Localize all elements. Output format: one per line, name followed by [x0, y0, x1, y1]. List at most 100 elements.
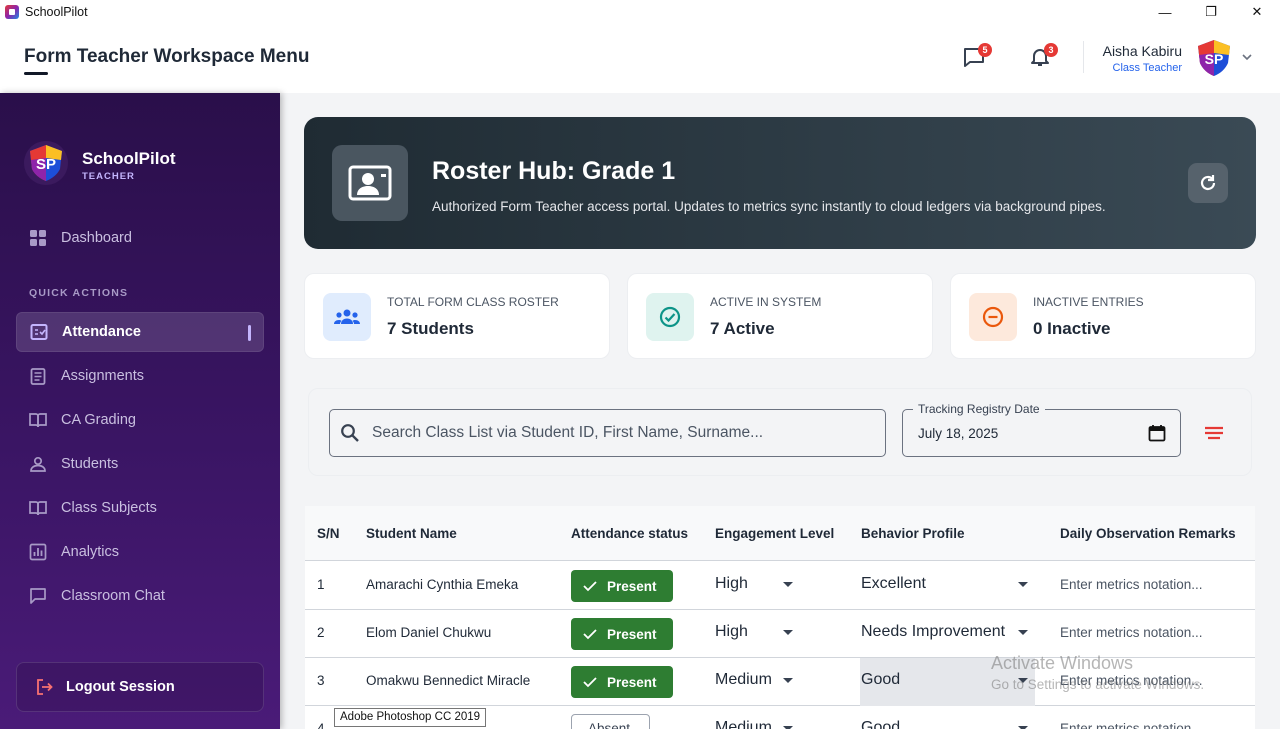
engagement-select[interactable]: High	[715, 575, 748, 593]
student-name: Amarachi Cynthia Emeka	[366, 577, 519, 592]
remarks-input[interactable]: Enter metrics notation...	[1060, 721, 1203, 729]
sidebar-item-classroom-chat[interactable]: Classroom Chat	[16, 576, 264, 616]
engagement-select[interactable]: Medium	[715, 671, 772, 689]
sidebar-item-label: CA Grading	[61, 412, 136, 428]
caret-down-icon[interactable]	[1018, 630, 1028, 635]
column-header-status: Attendance status	[571, 526, 689, 541]
sidebar-item-ca-grading[interactable]: CA Grading	[16, 400, 264, 440]
sidebar-item-class-subjects[interactable]: Class Subjects	[16, 488, 264, 528]
stat-icon-tile	[646, 293, 694, 341]
date-field-label: Tracking Registry Date	[913, 402, 1045, 416]
sidebar: SP SchoolPilot TEACHER Dashboard QUICK A…	[0, 93, 280, 729]
caret-down-icon[interactable]	[1018, 582, 1028, 587]
logout-icon	[37, 679, 53, 695]
registry-date-field[interactable]: Tracking Registry Date July 18, 2025	[902, 402, 1181, 457]
roster-table: S/N Student Name Attendance status Engag…	[305, 506, 1255, 729]
row-sn: 3	[317, 673, 325, 688]
quick-actions-heading: QUICK ACTIONS	[29, 287, 129, 299]
minus-circle-icon	[982, 306, 1004, 328]
stat-card-total: TOTAL FORM CLASS ROSTER 7 Students	[304, 273, 610, 359]
close-button[interactable]: ✕	[1234, 0, 1280, 24]
filter-lines-icon[interactable]	[1203, 423, 1225, 443]
remarks-input[interactable]: Enter metrics notation...	[1060, 625, 1203, 640]
refresh-button[interactable]	[1188, 163, 1228, 203]
behavior-select[interactable]: Excellent	[861, 575, 926, 593]
minimize-button[interactable]: —	[1142, 0, 1188, 24]
column-header-engagement: Engagement Level	[715, 526, 835, 541]
title-underline	[24, 72, 48, 75]
stat-value: 0 Inactive	[1033, 319, 1111, 338]
attendance-present-button[interactable]: Present	[571, 570, 673, 602]
window-controls: — ❐ ✕	[1142, 0, 1280, 24]
behavior-select[interactable]: Needs Improvement	[861, 623, 1005, 641]
behavior-select[interactable]: Good	[861, 671, 900, 689]
status-label: Present	[607, 626, 657, 642]
user-name: Aisha Kabiru	[1102, 43, 1182, 59]
sidebar-item-label: Analytics	[61, 544, 120, 560]
chevron-down-icon[interactable]	[1241, 51, 1253, 63]
contact-card-icon	[348, 165, 392, 201]
search-input[interactable]	[372, 424, 862, 442]
brand-logo: SP	[24, 141, 68, 185]
top-header: Form Teacher Workspace Menu 5 3 Aisha Ka…	[0, 24, 1280, 93]
notifications-button[interactable]: 3	[1028, 43, 1058, 70]
header-divider	[1083, 41, 1084, 73]
maximize-button[interactable]: ❐	[1188, 0, 1234, 24]
remarks-input[interactable]: Enter metrics notation...	[1060, 577, 1203, 592]
activation-watermark-subtitle: Go to Settings to activate Windows.	[991, 677, 1205, 692]
column-header-remarks: Daily Observation Remarks	[1060, 526, 1236, 541]
engagement-select[interactable]: Medium	[715, 719, 772, 729]
search-icon	[341, 424, 359, 442]
stat-label: TOTAL FORM CLASS ROSTER	[387, 295, 559, 309]
attendance-present-button[interactable]: Present	[571, 666, 673, 698]
calendar-icon[interactable]	[1148, 424, 1166, 442]
behavior-select[interactable]: Good	[861, 719, 900, 729]
svg-text:SP: SP	[36, 156, 56, 173]
caret-down-icon[interactable]	[783, 630, 793, 635]
app-logo-icon	[5, 5, 19, 19]
attendance-present-button[interactable]: Present	[571, 618, 673, 650]
sidebar-item-dashboard[interactable]: Dashboard	[16, 218, 264, 258]
check-icon	[583, 677, 597, 688]
roster-icon-tile	[332, 145, 408, 221]
brand-name: SchoolPilot	[82, 149, 176, 168]
logout-button[interactable]: Logout Session	[16, 662, 264, 712]
sidebar-item-attendance[interactable]: Attendance	[16, 312, 264, 352]
svg-text:SP: SP	[1205, 51, 1224, 67]
status-label: Present	[607, 674, 657, 690]
group-icon	[334, 309, 360, 324]
attendance-absent-button[interactable]: Absent	[571, 714, 650, 729]
check-icon	[583, 629, 597, 640]
caret-down-icon[interactable]	[783, 678, 793, 683]
window-title: SchoolPilot	[25, 5, 88, 19]
activation-watermark-title: Activate Windows	[991, 653, 1134, 673]
row-sn: 1	[317, 577, 325, 592]
sidebar-item-analytics[interactable]: Analytics	[16, 532, 264, 572]
messages-button[interactable]: 5	[962, 43, 992, 70]
search-field[interactable]	[329, 409, 886, 457]
row-sn: 2	[317, 625, 325, 640]
sidebar-item-label: Assignments	[61, 368, 145, 384]
status-label: Present	[607, 578, 657, 594]
avatar[interactable]: SP	[1196, 39, 1232, 77]
engagement-select[interactable]: High	[715, 623, 748, 641]
table-row: 2 Elom Daniel Chukwu Present High Needs …	[305, 610, 1255, 658]
caret-down-icon[interactable]	[783, 582, 793, 587]
table-header: S/N Student Name Attendance status Engag…	[305, 506, 1255, 561]
sidebar-item-assignments[interactable]: Assignments	[16, 356, 264, 396]
dashboard-icon	[30, 230, 46, 246]
date-value: July 18, 2025	[918, 426, 999, 441]
page-title: Form Teacher Workspace Menu	[24, 46, 310, 67]
attendance-icon	[30, 324, 48, 340]
roster-hero-banner: Roster Hub: Grade 1 Authorized Form Teac…	[304, 117, 1256, 249]
sidebar-item-students[interactable]: Students	[16, 444, 264, 484]
book-icon	[29, 413, 47, 428]
roster-subtitle: Authorized Form Teacher access portal. U…	[432, 199, 1106, 214]
sidebar-item-label: Dashboard	[61, 230, 132, 246]
stat-icon-tile	[969, 293, 1017, 341]
window-titlebar: SchoolPilot — ❐ ✕	[0, 0, 1280, 24]
analytics-icon	[29, 543, 47, 561]
student-name: Omakwu Bennedict Miracle	[366, 673, 531, 688]
stat-icon-tile	[323, 293, 371, 341]
taskbar-tooltip: Adobe Photoshop CC 2019	[334, 708, 487, 727]
